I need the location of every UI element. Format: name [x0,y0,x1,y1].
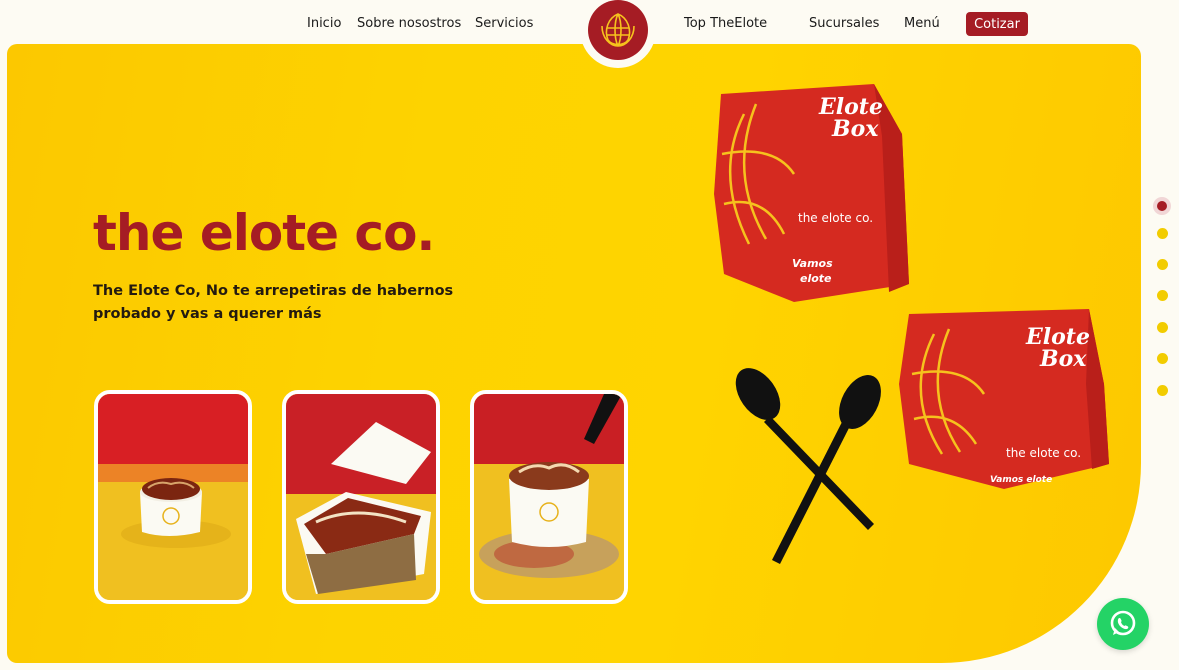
nav-top-theelote[interactable]: Top TheElote [684,15,767,33]
carousel-dot-6[interactable] [1157,353,1168,364]
hero-description: The Elote Co, No te arrepetiras de haber… [93,283,454,322]
box-bottom-brand-2: Box [1039,346,1087,372]
carousel-dot-2[interactable] [1157,228,1168,239]
box-top-company: the elote co. [798,211,873,225]
nav-menu[interactable]: Menú [904,15,940,33]
box-top-slogan-1: Vamos [792,257,833,270]
cotizar-button[interactable]: Cotizar [966,12,1028,36]
corn-logo-icon[interactable] [588,0,648,60]
product-card-box[interactable] [282,390,440,604]
spoons [735,368,881,564]
elote-box-top: Elote Box the elote co. Vamos elote [714,84,909,302]
carousel-dot-5[interactable] [1157,322,1168,333]
whatsapp-icon [1110,610,1136,636]
elote-box-illustration: Elote Box the elote co. Vamos elote Elot… [714,84,1109,564]
carousel-dot-7[interactable] [1157,385,1168,396]
nav-sucursales[interactable]: Sucursales [809,15,879,33]
product-card-cup-chile[interactable] [470,390,628,604]
box-bottom-company: the elote co. [1006,446,1081,460]
hero-title: the elote co. [93,204,435,262]
box-bottom-slogan: Vamos elote [990,475,1052,485]
elote-box-bottom: Elote Box the elote co. Vamos elote [899,309,1109,489]
carousel-dot-3[interactable] [1157,259,1168,270]
nav-sobre-nosotros[interactable]: Sobre nosostros [357,15,461,33]
nav-inicio[interactable]: Inicio [307,15,341,33]
carousel-dot-4[interactable] [1157,290,1168,301]
box-top-brand-2: Box [831,116,879,142]
box-top-slogan-2: elote [800,272,832,285]
nav-servicios[interactable]: Servicios [475,15,533,33]
whatsapp-button[interactable] [1097,598,1149,650]
product-card-cup[interactable] [94,390,252,604]
carousel-dot-1[interactable] [1153,197,1171,215]
hero-section: the elote co. The Elote Co, No te arrepe… [7,44,1141,663]
